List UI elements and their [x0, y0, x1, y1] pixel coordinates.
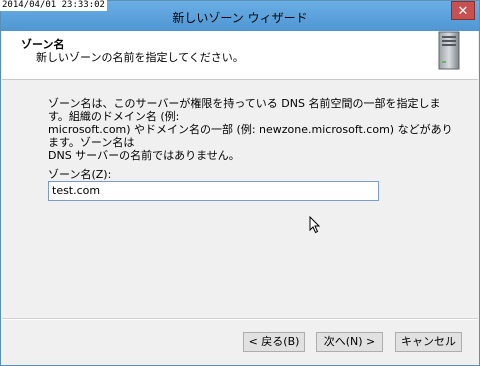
footer-divider — [2, 318, 478, 320]
zone-description: ゾーン名は、このサーバーが権限を持っている DNS 名前空間の一部を指定します。… — [48, 97, 453, 162]
mouse-pointer-icon — [309, 216, 321, 234]
back-button[interactable]: < 戻る(B) — [243, 332, 305, 352]
wizard-header: ゾーン名 新しいゾーンの名前を指定してください。 — [2, 31, 478, 80]
description-line: microsoft.com) やドメイン名の一部 (例: newzone.mic… — [48, 123, 453, 149]
close-button[interactable]: ✕ — [451, 1, 475, 20]
server-icon — [438, 31, 460, 70]
zone-name-input[interactable]: test.com — [48, 181, 379, 201]
cancel-button[interactable]: キャンセル — [395, 332, 462, 352]
header-description: 新しいゾーンの名前を指定してください。 — [36, 51, 244, 64]
zone-name-label: ゾーン名(Z): — [48, 168, 112, 181]
timestamp-overlay: 2014/04/01 23:33:02 — [0, 0, 107, 11]
next-button[interactable]: 次へ(N) > — [316, 332, 383, 352]
description-line: ゾーン名は、このサーバーが権限を持っている DNS 名前空間の一部を指定します。… — [48, 97, 441, 123]
window-title: 新しいゾーン ウィザード — [172, 11, 308, 25]
wizard-window: 新しいゾーン ウィザード ✕ ゾーン名 新しいゾーンの名前を指定してください。 … — [0, 0, 480, 366]
description-line: DNS サーバーの名前ではありません。 — [48, 149, 240, 162]
